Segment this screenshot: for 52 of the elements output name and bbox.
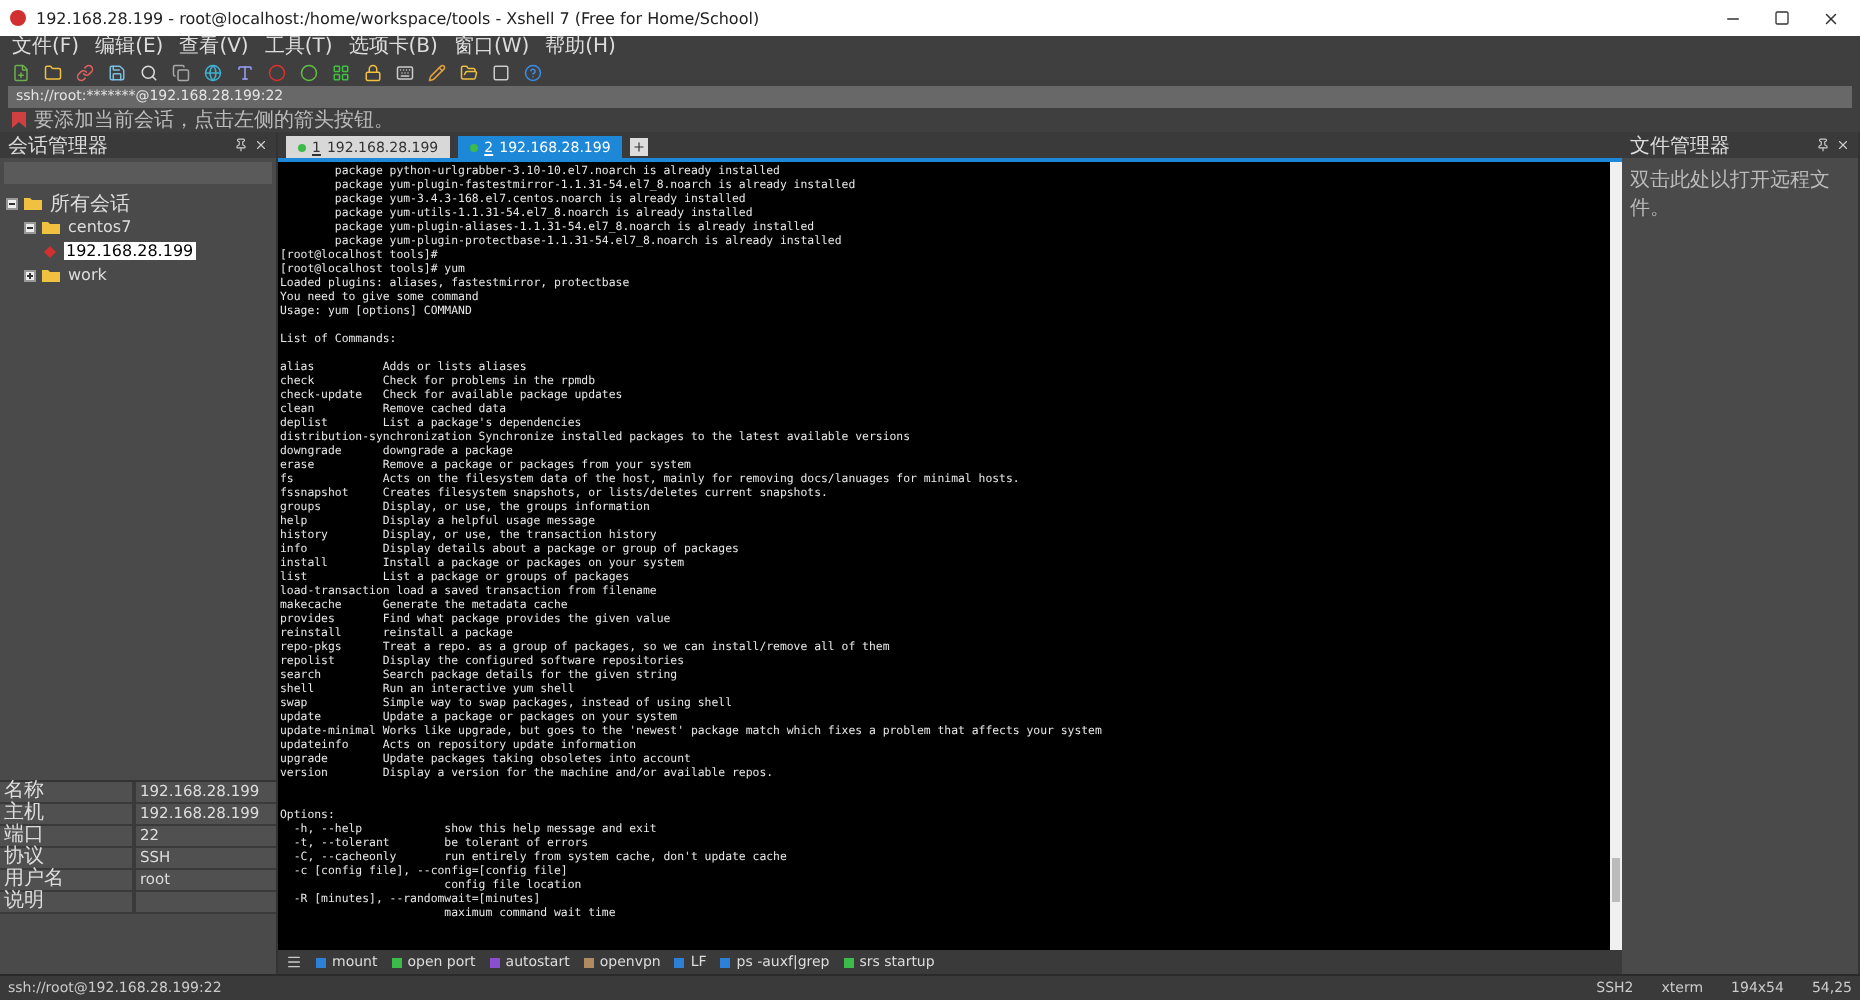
window-icon[interactable] xyxy=(492,63,510,81)
close-icon[interactable] xyxy=(1822,9,1840,27)
tree-item[interactable]: 192.168.28.199 xyxy=(64,242,196,260)
menu-icon[interactable] xyxy=(286,954,302,970)
menu-item[interactable]: 文件(F) xyxy=(12,36,80,60)
maximize-icon[interactable] xyxy=(1774,10,1790,26)
link-icon[interactable] xyxy=(76,63,94,81)
property-name: 名称 xyxy=(0,782,136,804)
lock-icon[interactable] xyxy=(364,63,382,81)
menu-item[interactable]: 选项卡(B) xyxy=(348,36,438,60)
menu-item[interactable]: 窗口(W) xyxy=(453,36,530,60)
scrollbar[interactable] xyxy=(1610,162,1622,950)
circle-icon[interactable] xyxy=(300,63,318,81)
window-title: 192.168.28.199 - root@localhost:/home/workspace/tools - Xshell 7 (Free for Home/School) xyxy=(36,9,762,27)
property-name: 协议 xyxy=(0,848,136,870)
tree-item[interactable]: 所有会话 xyxy=(48,189,132,217)
panel-title: 会话管理器 xyxy=(8,133,110,159)
globe-icon[interactable] xyxy=(204,63,222,81)
tree-item[interactable]: work xyxy=(66,266,109,284)
add-tab-button[interactable] xyxy=(630,138,649,156)
bookmark-icon xyxy=(12,112,26,128)
grid-icon[interactable] xyxy=(332,63,350,81)
collapse-icon[interactable] xyxy=(6,197,18,209)
copy-icon[interactable] xyxy=(172,63,190,81)
collapse-icon[interactable] xyxy=(24,221,36,233)
pin-icon[interactable] xyxy=(234,138,248,152)
pin-icon[interactable] xyxy=(1816,138,1830,152)
menu-item[interactable]: 工具(T) xyxy=(264,36,333,60)
new-file-icon[interactable] xyxy=(12,63,30,81)
search-icon[interactable] xyxy=(140,63,158,81)
property-name: 用户名 xyxy=(0,870,136,892)
folder-icon xyxy=(42,268,60,282)
property-name: 说明 xyxy=(0,892,136,914)
help-icon[interactable] xyxy=(524,63,542,81)
menu-item[interactable]: 编辑(E) xyxy=(95,36,164,60)
pencil-icon[interactable] xyxy=(428,63,446,81)
folder-icon[interactable] xyxy=(460,63,478,81)
info-text: 要添加当前会话，点击左侧的箭头按钮。 xyxy=(34,107,394,134)
hint-text: 双击此处以打开远程文件。 xyxy=(1628,167,1832,224)
keyboard-icon[interactable] xyxy=(396,63,414,81)
folder-icon[interactable] xyxy=(44,63,62,81)
tree-item[interactable]: centos7 xyxy=(66,218,134,236)
type-icon[interactable] xyxy=(236,63,254,81)
property-name: 主机 xyxy=(0,804,136,826)
property-name: 端口 xyxy=(0,826,136,848)
save-icon[interactable] xyxy=(108,63,126,81)
panel-title: 文件管理器 xyxy=(1630,133,1732,159)
session-icon xyxy=(42,243,58,259)
expand-icon[interactable] xyxy=(24,269,36,281)
menu-item[interactable]: 帮助(H) xyxy=(545,36,616,60)
app-logo-icon xyxy=(8,8,28,28)
menu-item[interactable]: 查看(V) xyxy=(179,36,249,60)
